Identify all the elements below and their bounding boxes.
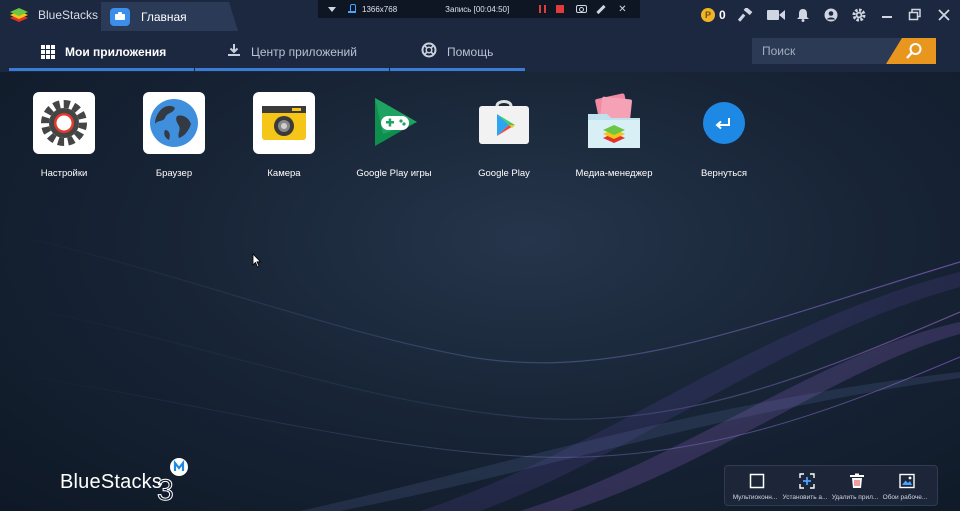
tab-help-label: Помощь [447,44,494,59]
bell-icon[interactable] [796,8,812,22]
apps-grid-icon [41,44,55,59]
tab-help[interactable]: Помощь [390,31,525,72]
account-icon[interactable] [824,8,840,22]
recording-dropdown-icon[interactable] [328,6,336,12]
app-google-play-games[interactable]: Google Play игры [339,92,449,179]
pause-icon[interactable] [539,5,547,13]
app-label: Google Play игры [356,168,432,179]
tab-app-center[interactable]: Центр приложений [195,31,389,72]
tab-underline [195,68,389,71]
video-camera-icon[interactable] [767,8,785,22]
resolution-icon [348,4,356,14]
app-label: Вернуться [700,168,748,179]
search-box [752,38,902,64]
wallpaper-icon [899,473,915,489]
nav-bar: Мои приложения Центр приложений Помощь [0,31,960,72]
app-label: Настройки [40,168,88,179]
tab-my-apps[interactable]: Мои приложения [9,31,194,72]
tab-app-center-label: Центр приложений [251,44,357,59]
tab-underline [9,68,194,71]
play-store-icon [473,92,535,154]
app-settings[interactable]: Настройки [9,92,119,179]
app-label: Медиа-менеджер [575,168,653,179]
media-folder-icon [583,92,645,154]
settings-gear-icon [33,92,95,154]
app-label: Камера [267,168,301,179]
restore-icon[interactable] [908,8,924,22]
mouse-cursor-icon [252,253,262,273]
gear-icon[interactable] [852,8,868,22]
bluestacks-3-logo: BlueStacks 3 [60,452,200,502]
camera-icon [253,92,315,154]
search-bar [752,38,936,64]
dock-uninstall-app[interactable]: Удалить прил... [828,466,878,507]
app-google-play[interactable]: Google Play [449,92,559,179]
desktop: Настройки Браузер Камера Google Play игр… [0,72,960,511]
app-browser[interactable]: Браузер [119,92,229,179]
recording-toolbar: 1366x768 Запись [00:04:50] ✕ [318,0,640,18]
pen-icon[interactable] [596,4,606,14]
app-label: Браузер [155,168,193,179]
download-icon [227,43,241,60]
title-bar: BlueStacks Главная 1366x768 Запись [00:0… [0,0,960,31]
dock-label: Установить а... [782,494,828,501]
dock-label: Мультиоконн... [732,494,778,501]
dock-wallpaper[interactable]: Обои рабоче... [878,466,928,507]
search-input[interactable] [762,42,890,60]
back-arrow-icon [693,92,755,154]
app-media-manager[interactable]: Медиа-менеджер [559,92,669,179]
search-icon [906,43,922,59]
minimize-icon[interactable] [880,8,896,22]
recording-close-icon[interactable]: ✕ [618,4,626,15]
recording-status: Запись [00:04:50] [445,4,510,14]
trash-icon [850,473,864,488]
brand: BlueStacks [8,4,98,26]
coin-count: 0 [719,8,726,22]
resolution-label: 1366x768 [362,4,398,14]
dock-multi-instance[interactable]: Мультиоконн... [728,466,778,507]
multi-window-icon [749,473,765,489]
install-apk-icon [799,473,815,489]
version-badge-icon: 3 [157,458,188,502]
app-back[interactable]: Вернуться [669,92,779,179]
gamepad-icon [363,92,425,154]
stop-icon[interactable] [556,5,565,13]
globe-icon [143,92,205,154]
lifebuoy-icon [421,42,437,61]
footer-logo-text: BlueStacks [60,471,163,493]
tab-home-label: Главная [141,9,187,24]
app-camera[interactable]: Камера [229,92,339,179]
dock-install-apk[interactable]: Установить а... [778,466,828,507]
tab-underline [390,68,525,71]
brand-name: BlueStacks [38,8,99,22]
tab-my-apps-label: Мои приложения [65,44,167,59]
coin-icon: P [701,8,715,22]
quick-actions-dock: Мультиоконн... Установить а... Удалить п… [724,465,938,506]
footer-logo-version: 3 [157,474,174,502]
close-icon[interactable] [937,8,953,22]
tab-home[interactable]: Главная [101,2,238,31]
screenshot-camera-icon[interactable] [576,5,588,13]
home-icon [110,7,130,26]
dock-label: Удалить прил... [831,494,879,501]
app-label: Google Play [478,168,530,179]
bluestacks-logo-icon [8,6,30,24]
dock-label: Обои рабоче... [882,494,928,501]
hammer-icon[interactable] [738,8,754,22]
